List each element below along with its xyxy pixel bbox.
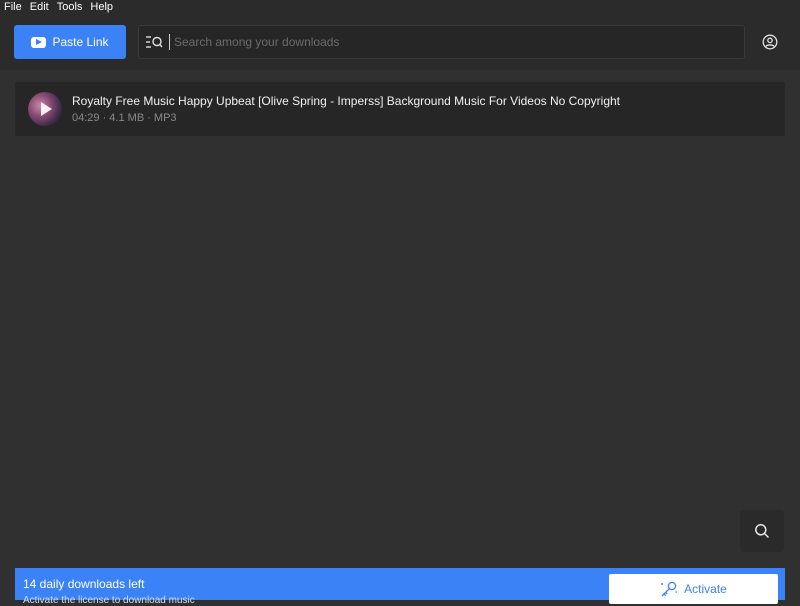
play-icon <box>41 102 52 116</box>
license-hint-text: Activate the license to download music <box>23 595 195 606</box>
track-title: Royalty Free Music Happy Upbeat [Olive S… <box>72 94 620 108</box>
activate-label: Activate <box>684 582 727 596</box>
menu-help[interactable]: Help <box>86 0 117 14</box>
search-icon <box>755 524 770 539</box>
download-list: Royalty Free Music Happy Upbeat [Olive S… <box>15 82 785 136</box>
license-banner: 14 daily downloads left Activate the lic… <box>15 568 785 606</box>
youtube-icon <box>31 36 47 48</box>
account-icon <box>762 34 778 50</box>
search-input[interactable] <box>169 34 744 50</box>
menu-tools[interactable]: Tools <box>53 0 87 14</box>
paste-link-label: Paste Link <box>52 35 109 49</box>
track-thumbnail[interactable] <box>28 92 62 126</box>
menu-bar: File Edit Tools Help <box>0 0 800 14</box>
filter-search-icon[interactable] <box>139 26 169 58</box>
track-meta: 04:29 · 4.1 MB · MP3 <box>72 112 177 124</box>
menu-edit[interactable]: Edit <box>26 0 53 14</box>
search-box <box>138 25 745 59</box>
menu-file[interactable]: File <box>0 0 26 14</box>
account-button[interactable] <box>756 28 784 56</box>
paste-link-button[interactable]: Paste Link <box>14 25 126 59</box>
downloads-left-text: 14 daily downloads left <box>23 577 145 591</box>
key-icon <box>661 581 678 597</box>
floating-search-button[interactable] <box>740 510 784 552</box>
toolbar: Paste Link <box>0 14 800 70</box>
download-item[interactable]: Royalty Free Music Happy Upbeat [Olive S… <box>15 82 785 136</box>
